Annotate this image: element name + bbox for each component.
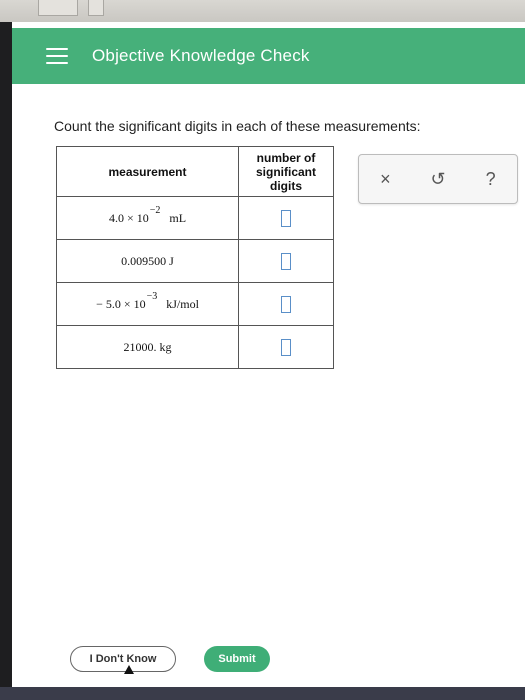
answer-input[interactable] xyxy=(281,252,291,270)
header-measurement: measurement xyxy=(56,146,239,197)
table-row: 0.009500 J xyxy=(56,239,334,283)
answer-cell xyxy=(238,325,334,369)
measurement-cell: 4.0 × 10−2 mL xyxy=(56,196,239,240)
answer-input[interactable] xyxy=(281,209,291,227)
question-prompt: Count the significant digits in each of … xyxy=(54,118,421,134)
tool-panel: × ↺ ? xyxy=(358,154,518,204)
submit-button[interactable]: Submit xyxy=(204,646,270,672)
measurement-table: measurement number of significant digits… xyxy=(56,146,334,369)
answer-cell xyxy=(238,196,334,240)
answer-input[interactable] xyxy=(281,338,291,356)
device-top-strip xyxy=(0,0,525,22)
table-row: − 5.0 × 10−3 kJ/mol xyxy=(56,282,334,326)
dont-know-button[interactable]: I Don't Know xyxy=(70,646,176,672)
mouse-cursor-icon xyxy=(124,665,134,674)
hamburger-menu-icon[interactable] xyxy=(46,48,68,64)
device-bottom-bar xyxy=(0,687,525,700)
table-row: 4.0 × 10−2 mL xyxy=(56,196,334,240)
measurement-cell: 0.009500 J xyxy=(56,239,239,283)
answer-cell xyxy=(238,239,334,283)
measurement-cell: 21000. kg xyxy=(56,325,239,369)
clear-icon[interactable]: × xyxy=(370,169,400,190)
answer-input[interactable] xyxy=(281,295,291,313)
page-title: Objective Knowledge Check xyxy=(92,46,310,65)
app-header: Objective Knowledge Check xyxy=(12,28,525,84)
undo-icon[interactable]: ↺ xyxy=(423,169,453,190)
device-left-edge xyxy=(0,22,12,687)
screen: Objective Knowledge Check Count the sign… xyxy=(12,22,525,687)
header-significant-digits: number of significant digits xyxy=(238,146,334,197)
help-icon[interactable]: ? xyxy=(476,169,506,190)
answer-cell xyxy=(238,282,334,326)
measurement-cell: − 5.0 × 10−3 kJ/mol xyxy=(56,282,239,326)
table-row: 21000. kg xyxy=(56,325,334,369)
